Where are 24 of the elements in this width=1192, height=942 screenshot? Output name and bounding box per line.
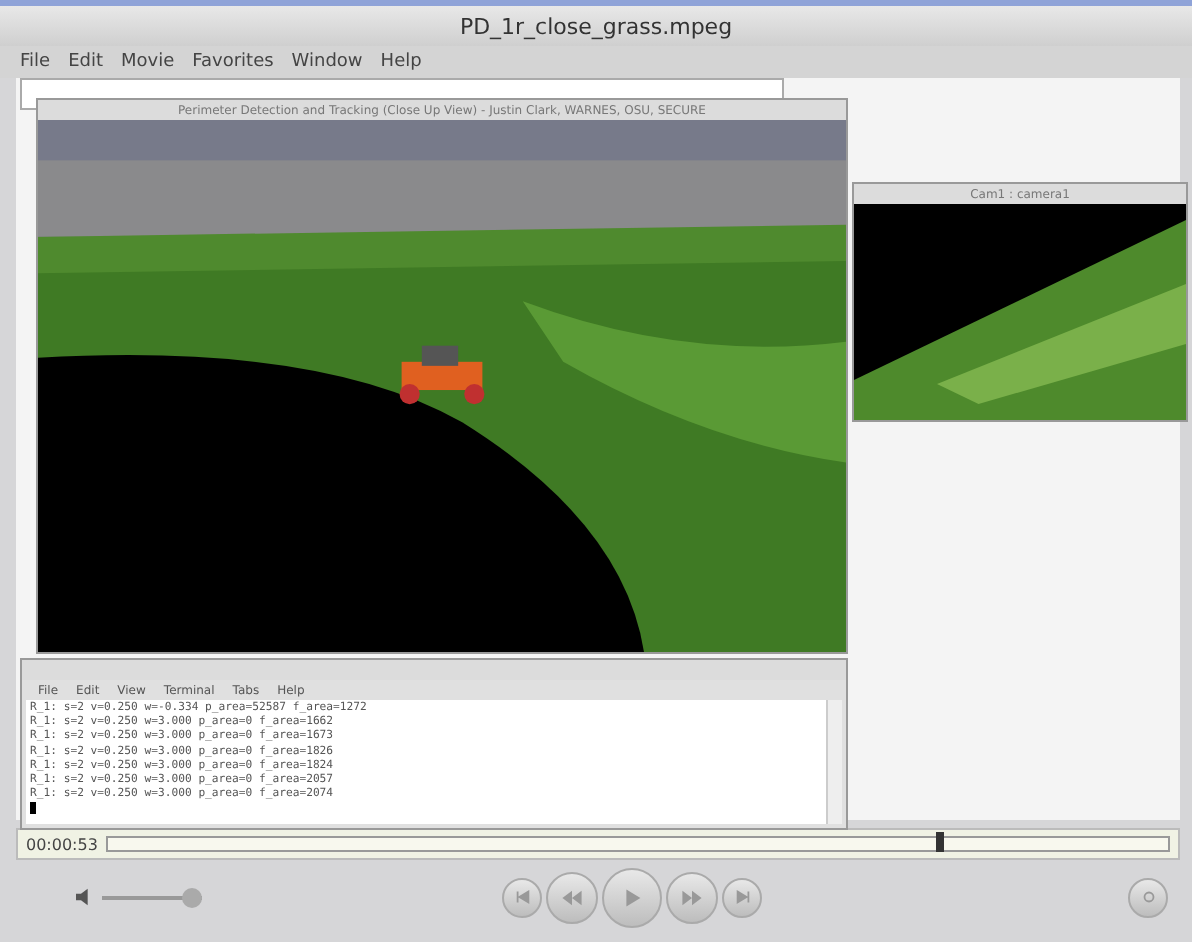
window-title: PD_1r_close_grass.mpeg	[459, 13, 733, 39]
scrollbar[interactable]	[826, 700, 842, 824]
fast-forward-button[interactable]	[666, 871, 718, 923]
menu-item[interactable]: Window	[291, 52, 363, 72]
menu-item[interactable]: Movie	[121, 52, 175, 72]
fast-forward-icon	[680, 885, 704, 909]
progress-track[interactable]	[105, 836, 1170, 852]
volume-thumb[interactable]	[182, 887, 202, 907]
skip-forward-icon	[733, 888, 751, 906]
skip-back-button[interactable]	[502, 877, 542, 917]
rewind-icon	[560, 885, 584, 909]
playhead[interactable]	[936, 832, 945, 852]
circle-icon	[1139, 888, 1157, 906]
menu-item[interactable]: File	[20, 52, 51, 72]
menu-item[interactable]: Favorites	[192, 52, 274, 72]
text-cursor	[30, 802, 36, 815]
time-display: 00:00:53	[26, 835, 98, 853]
skip-forward-button[interactable]	[722, 877, 762, 917]
play-button[interactable]	[602, 867, 662, 927]
rewind-button[interactable]	[546, 871, 598, 923]
menu-item[interactable]: Help	[380, 52, 422, 72]
round-button[interactable]	[1128, 877, 1168, 917]
menu-item[interactable]: Edit	[68, 52, 103, 72]
skip-back-icon	[513, 888, 531, 906]
